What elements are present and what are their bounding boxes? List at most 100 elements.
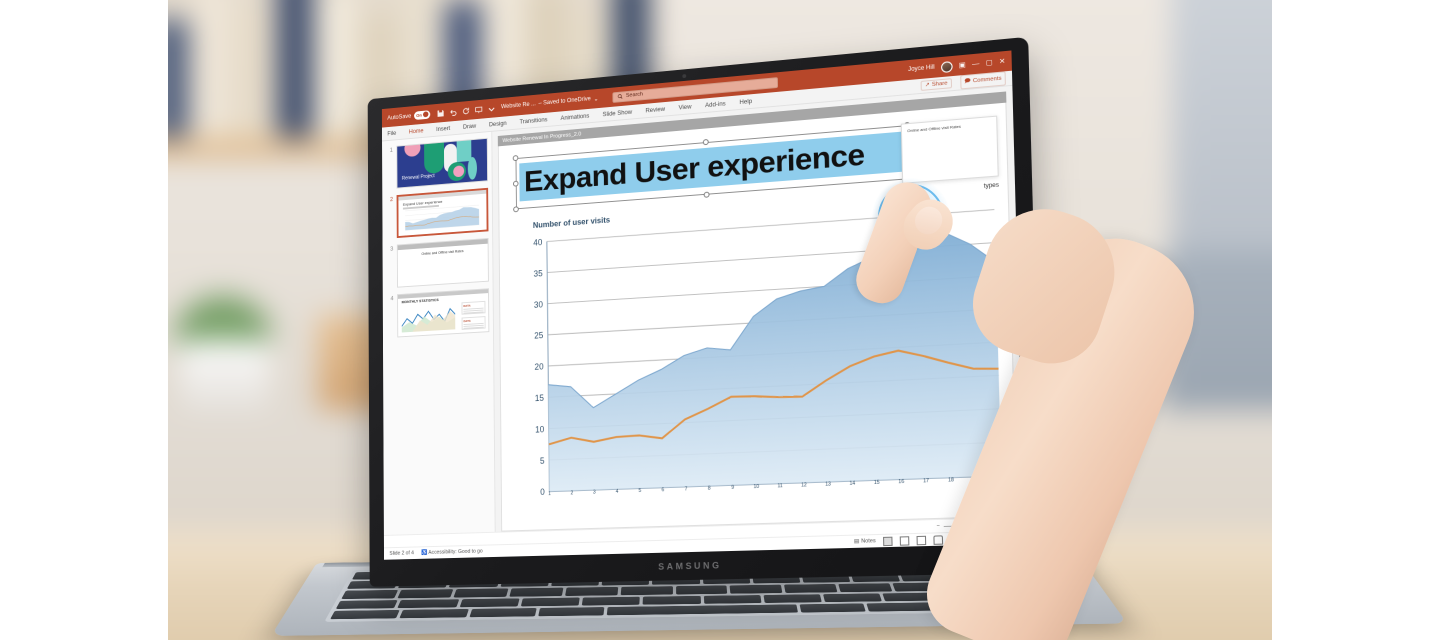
zoom-out-button[interactable]: − [936, 523, 939, 529]
list-item[interactable]: 1 Renewal Project [386, 137, 489, 190]
tab-file[interactable]: File [387, 130, 396, 137]
zoom-slider-knob[interactable] [960, 521, 964, 530]
tab-design[interactable]: Design [489, 120, 507, 128]
list-item[interactable]: 2 Expand User experience [386, 187, 489, 239]
notes-icon: ▤ [853, 538, 860, 545]
mini-bar-group [961, 170, 973, 172]
webcam [682, 73, 687, 79]
accessibility-label: Accessibility: Good to go [428, 548, 483, 556]
slide-sorter-view-button[interactable] [899, 535, 910, 546]
x-axis-tick: 13 [825, 481, 831, 488]
mini-bar-group [944, 171, 956, 173]
touch-ripple-indicator [872, 178, 950, 256]
screenshot-scene: SAMSUNG AutoSave On Website Re ... – Sav… [0, 0, 1440, 640]
undo-icon[interactable] [449, 107, 457, 116]
slide-thumbnail-1[interactable]: Renewal Project [396, 137, 489, 189]
x-axis-tick: 15 [873, 480, 880, 487]
slide-thumbnail-3[interactable]: Online and Offline visit Rates [396, 237, 489, 288]
laptop-device: SAMSUNG AutoSave On Website Re ... – Sav… [270, 36, 1128, 636]
toggle-knob [423, 111, 429, 118]
x-axis-tick: 11 [777, 483, 783, 490]
close-button[interactable]: ✕ [999, 57, 1005, 66]
svg-text:0: 0 [540, 486, 545, 497]
share-label: Share [931, 80, 948, 88]
x-axis-tick: 17 [923, 478, 930, 485]
x-axis-tick: 10 [753, 484, 760, 491]
comment-icon: 🗩 [964, 78, 971, 86]
svg-text:40: 40 [533, 237, 542, 248]
notes-button[interactable]: ▤ Notes [854, 538, 876, 545]
tab-transitions[interactable]: Transitions [520, 116, 548, 125]
autosave-control[interactable]: AutoSave On [387, 109, 431, 122]
resize-handle-bc[interactable] [703, 191, 710, 198]
x-axis-tick: 8 [707, 485, 711, 492]
avatar[interactable] [940, 60, 953, 73]
slide-canvas[interactable]: Expand User experience Online and Offlin… [497, 102, 1018, 532]
svg-text:5: 5 [540, 455, 545, 466]
tab-add-ins[interactable]: Add-ins [705, 100, 726, 109]
autosave-toggle[interactable]: On [413, 109, 431, 120]
slide-thumbnail-2[interactable]: Expand User experience [396, 187, 489, 239]
comments-label: Comments [972, 75, 1002, 85]
tab-insert[interactable]: Insert [436, 125, 450, 133]
save-icon[interactable] [436, 108, 444, 117]
ribbon-display-options-icon[interactable]: ▣ [959, 61, 966, 70]
mini-bar-group [979, 169, 991, 170]
tab-view[interactable]: View [678, 103, 691, 111]
reading-view-button[interactable] [916, 535, 927, 545]
fit-slide-icon[interactable]: ⛶ [1013, 520, 1017, 527]
thumb-bar-group [470, 275, 481, 277]
minimize-button[interactable]: — [972, 60, 980, 68]
quick-access-toolbar[interactable] [436, 104, 492, 118]
share-button[interactable]: ↗ Share [920, 78, 952, 91]
x-axis-tick: 12 [801, 482, 807, 489]
thumb-number: 2 [390, 197, 394, 204]
slideshow-view-button[interactable] [933, 534, 944, 545]
laptop-screen[interactable]: AutoSave On Website Re ... – Saved to On… [381, 50, 1025, 560]
thumb-number: 1 [389, 147, 393, 154]
x-axis-tick: 5 [638, 488, 642, 495]
slide-counter[interactable]: Slide 2 of 4 [389, 550, 413, 556]
redo-icon[interactable] [462, 106, 470, 115]
right-white-margin [1272, 0, 1440, 640]
customize-qat-icon[interactable] [487, 105, 493, 111]
document-name: Website Re ... [501, 101, 536, 111]
normal-view-button[interactable] [883, 536, 893, 546]
notes-label: Notes [861, 538, 876, 545]
tab-slide-show[interactable]: Slide Show [603, 108, 633, 117]
accessibility-status[interactable]: ♿ Accessibility: Good to go [421, 549, 483, 556]
x-axis-tick: 2 [570, 490, 574, 497]
tab-help[interactable]: Help [739, 98, 752, 106]
status-left: Slide 2 of 4 ♿ Accessibility: Good to go [389, 549, 482, 557]
zoom-in-button[interactable]: + [987, 522, 991, 528]
x-axis-tick: 3 [593, 489, 596, 496]
zoom-level[interactable]: 100% [994, 521, 1009, 528]
zoom-controls[interactable]: − + 100% ⛶ [936, 520, 1017, 530]
list-item[interactable]: 4 MONTHLY STATISTICS DATA DATA [386, 288, 490, 338]
thumb-bar-group [404, 279, 415, 281]
start-presentation-icon[interactable] [474, 105, 482, 114]
thumb-bar-chart [404, 251, 481, 281]
zoom-slider[interactable] [944, 521, 983, 530]
tab-review[interactable]: Review [645, 105, 665, 113]
accessibility-icon: ♿ [421, 550, 428, 556]
mini-chart-title: Online and Offline visit Rates [907, 123, 961, 134]
autosave-state: On [416, 112, 422, 118]
chevron-down-icon[interactable]: ⌄ [594, 95, 599, 102]
slide-thumbnail-panel[interactable]: 1 Renewal Project 2 Expand User experien… [382, 131, 496, 535]
tab-animations[interactable]: Animations [560, 112, 589, 121]
resize-handle-bl[interactable] [513, 206, 519, 213]
x-axis-tick: 18 [947, 477, 955, 484]
tab-home[interactable]: Home [409, 127, 424, 135]
x-axis-tick: 16 [898, 479, 905, 486]
list-item[interactable]: 3 Online and Offline visit Rates [386, 237, 489, 288]
svg-text:10: 10 [535, 424, 544, 435]
tab-draw[interactable]: Draw [463, 122, 476, 130]
slide-editing-pane[interactable]: Website Renewal In Progress_2.0 Expand U… [492, 85, 1024, 532]
search-placeholder: Search [625, 91, 643, 99]
view-buttons[interactable]: ▤ Notes [854, 534, 944, 547]
slide-thumbnail-4[interactable]: MONTHLY STATISTICS DATA DATA [397, 288, 490, 338]
maximize-button[interactable]: ▢ [986, 58, 993, 67]
save-status: – Saved to OneDrive [538, 96, 591, 107]
mini-chart-card[interactable]: Online and Offline visit Rates [900, 115, 999, 184]
